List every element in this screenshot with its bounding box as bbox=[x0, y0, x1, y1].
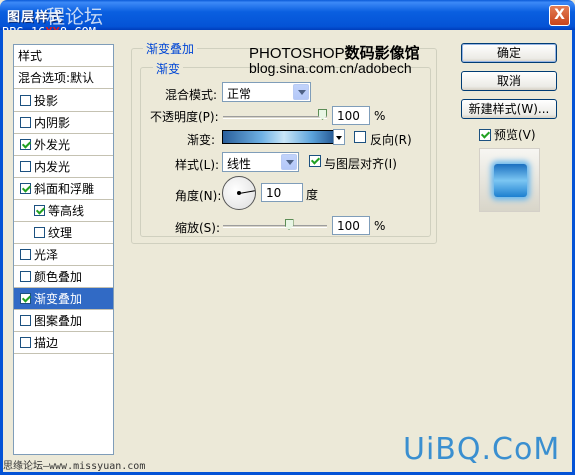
checkbox[interactable] bbox=[34, 205, 45, 216]
group-title: 渐变叠加 bbox=[143, 40, 198, 57]
blend-mode-label: 混合模式: bbox=[165, 88, 218, 102]
gradient-label: 渐变: bbox=[187, 133, 216, 147]
checkbox[interactable] bbox=[20, 315, 31, 326]
checkbox[interactable] bbox=[20, 271, 31, 282]
style-item-contour[interactable]: 等高线 bbox=[14, 200, 113, 222]
opacity-slider-track[interactable] bbox=[223, 116, 327, 119]
blending-options[interactable]: 混合选项:默认 bbox=[14, 67, 113, 89]
dial-needle bbox=[239, 190, 255, 194]
angle-unit: 度 bbox=[306, 188, 319, 202]
style-item-outer-glow[interactable]: 外发光 bbox=[14, 134, 113, 156]
style-item-inner-shadow[interactable]: 内阴影 bbox=[14, 112, 113, 134]
chevron-down-icon[interactable] bbox=[281, 154, 297, 170]
scale-label: 缩放(S): bbox=[175, 221, 221, 235]
checkbox[interactable] bbox=[20, 161, 31, 172]
checkbox[interactable] bbox=[20, 337, 31, 348]
blend-mode-select[interactable]: 正常 bbox=[222, 82, 311, 102]
style-item-stroke[interactable]: 描边 bbox=[14, 332, 113, 354]
style-item-gradient-overlay[interactable]: 渐变叠加 bbox=[14, 288, 113, 310]
align-with-layer-checkbox[interactable] bbox=[309, 155, 321, 167]
reverse-label: 反向(R) bbox=[370, 133, 412, 147]
checkbox[interactable] bbox=[20, 293, 31, 304]
reverse-checkbox[interactable] bbox=[354, 131, 366, 143]
style-item-texture[interactable]: 纹理 bbox=[14, 222, 113, 244]
checkbox[interactable] bbox=[34, 227, 45, 238]
style-item-inner-glow[interactable]: 内发光 bbox=[14, 156, 113, 178]
checkbox[interactable] bbox=[20, 183, 31, 194]
checkbox[interactable] bbox=[20, 139, 31, 150]
style-label: 样式(L): bbox=[175, 158, 220, 172]
style-item-pattern-overlay[interactable]: 图案叠加 bbox=[14, 310, 113, 332]
watermark-missyuan: 思缘论坛—www.missyuan.com bbox=[3, 461, 146, 472]
opacity-label: 不透明度(P): bbox=[150, 110, 219, 124]
gradient-swatch[interactable] bbox=[222, 130, 335, 144]
close-button[interactable]: X bbox=[549, 5, 570, 26]
angle-input[interactable]: 10 bbox=[261, 183, 303, 202]
scale-slider-track[interactable] bbox=[223, 225, 327, 228]
angle-label: 角度(N): bbox=[175, 189, 222, 203]
opacity-percent: % bbox=[374, 109, 386, 123]
chevron-down-icon[interactable] bbox=[293, 84, 309, 100]
style-item-satin[interactable]: 光泽 bbox=[14, 244, 113, 266]
overlay-text-url: blog.sina.com.cn/adobech bbox=[249, 60, 412, 76]
preview-swatch bbox=[494, 164, 527, 197]
preview-checkbox[interactable] bbox=[479, 128, 491, 141]
checkbox[interactable] bbox=[20, 117, 31, 128]
checkbox[interactable] bbox=[20, 249, 31, 260]
style-preview bbox=[479, 148, 540, 212]
opacity-input[interactable]: 100 bbox=[332, 106, 370, 125]
ok-button[interactable]: 确定 bbox=[461, 43, 557, 63]
preview-label: 预览(V) bbox=[494, 128, 536, 142]
align-with-layer-label: 与图层对齐(I) bbox=[324, 157, 397, 171]
gradient-dropdown[interactable] bbox=[333, 129, 345, 145]
styles-header[interactable]: 样式 bbox=[14, 45, 113, 67]
style-item-drop-shadow[interactable]: 投影 bbox=[14, 90, 113, 112]
cancel-button[interactable]: 取消 bbox=[461, 71, 557, 91]
styles-list: 样式 混合选项:默认 投影 内阴影 外发光 内发光 斜面和浮雕 等高线 纹理 光… bbox=[13, 44, 114, 455]
style-item-color-overlay[interactable]: 颜色叠加 bbox=[14, 266, 113, 288]
scale-input[interactable]: 100 bbox=[332, 216, 370, 235]
angle-dial[interactable] bbox=[222, 176, 256, 210]
inner-group-title: 渐变 bbox=[153, 60, 184, 77]
style-item-bevel-emboss[interactable]: 斜面和浮雕 bbox=[14, 178, 113, 200]
checkbox[interactable] bbox=[20, 95, 31, 106]
scale-percent: % bbox=[374, 219, 386, 233]
new-style-button[interactable]: 新建样式(W)... bbox=[461, 99, 557, 119]
preview-toggle[interactable]: 预览(V) bbox=[479, 126, 536, 143]
watermark-uibq: UiBQ.CoM bbox=[403, 432, 561, 467]
style-select[interactable]: 线性 bbox=[222, 152, 299, 172]
